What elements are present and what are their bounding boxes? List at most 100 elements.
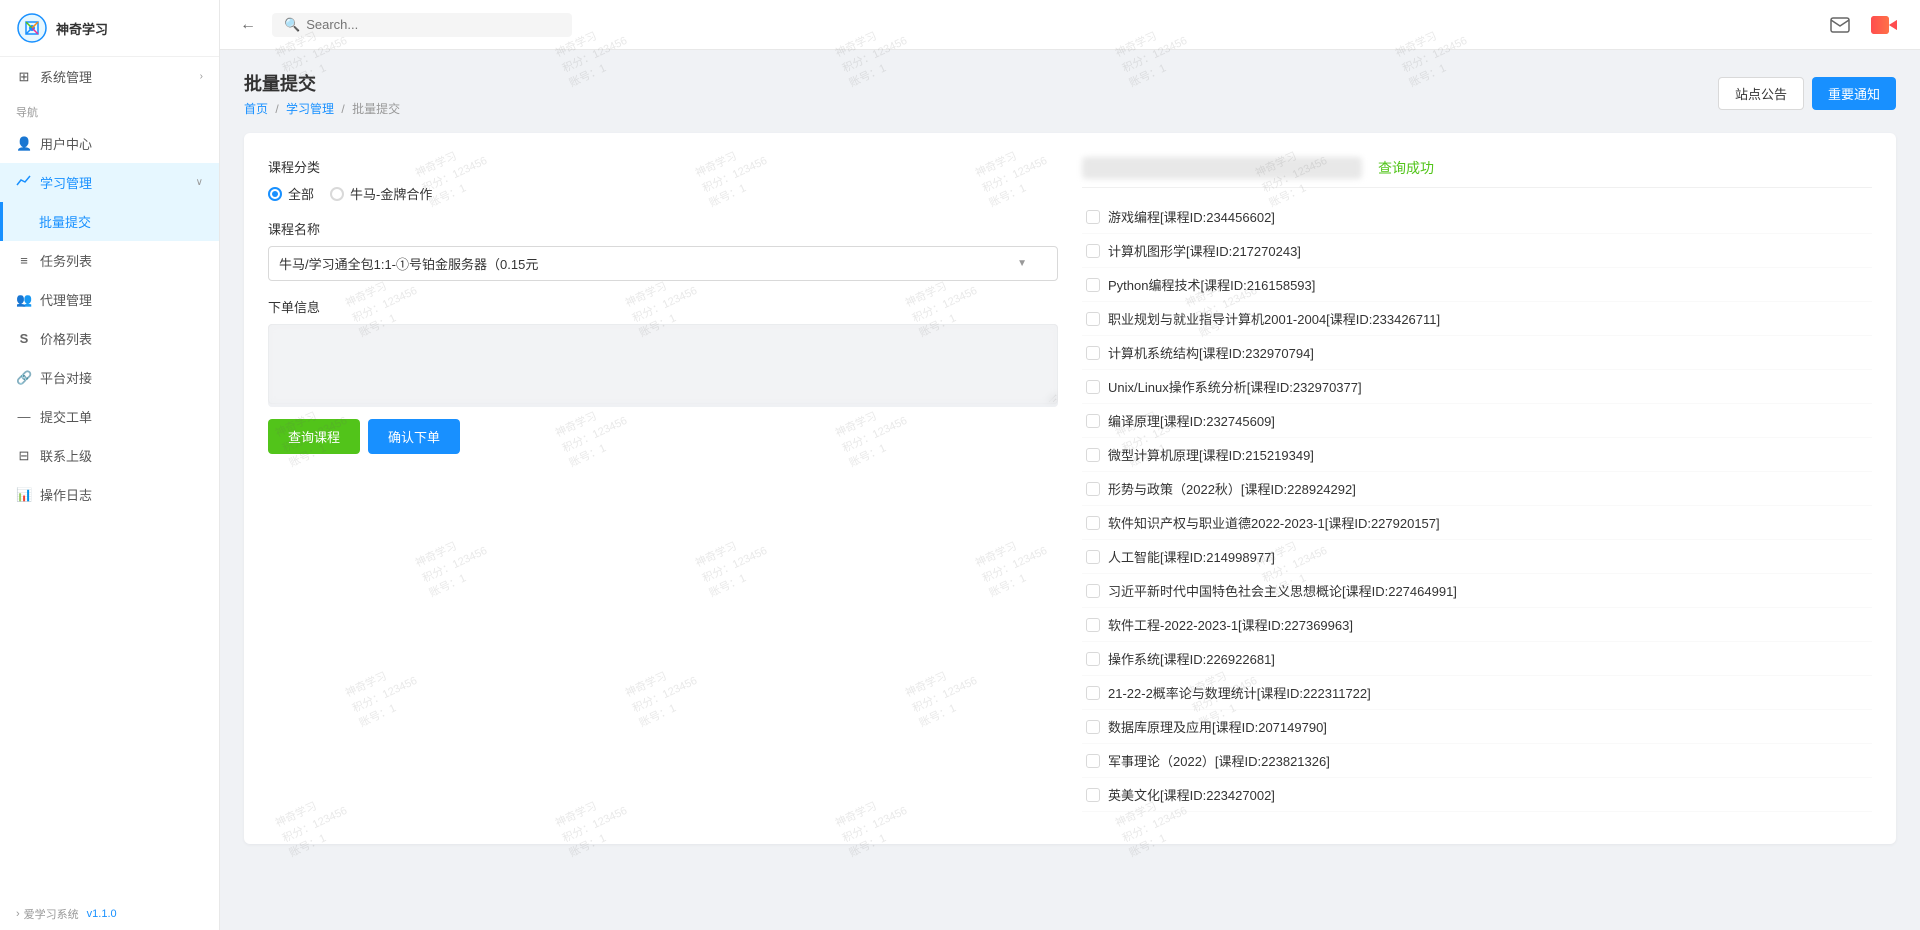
mail-icon[interactable]	[1824, 9, 1856, 41]
breadcrumb-home[interactable]: 首页	[244, 102, 268, 116]
course-list-item[interactable]: 英美文化[课程ID:223427002]	[1082, 778, 1872, 812]
sidebar-item-price-list[interactable]: S 价格列表	[0, 319, 219, 358]
course-list-item[interactable]: 数据库原理及应用[课程ID:207149790]	[1082, 710, 1872, 744]
course-list-item[interactable]: 人工智能[课程ID:214998977]	[1082, 540, 1872, 574]
course-name: 计算机图形学[课程ID:217270243]	[1108, 241, 1301, 260]
ticket-icon: —	[16, 409, 32, 424]
course-list-item[interactable]: 计算机组成原理[课程ID:223255942]	[1082, 812, 1872, 820]
sidebar-item-agent-mgmt[interactable]: 👥 代理管理	[0, 280, 219, 319]
sidebar-item-system-mgmt[interactable]: ⊞ 系统管理 ›	[0, 57, 219, 96]
course-select-value: 牛马/学习通全包1:1-①号铂金服务器（0.15元	[279, 254, 538, 273]
platform-icon: 🔗	[16, 370, 32, 386]
query-course-button[interactable]: 查询课程	[268, 419, 360, 454]
radio-all-dot	[268, 187, 282, 201]
course-list-item[interactable]: 计算机系统结构[课程ID:232970794]	[1082, 336, 1872, 370]
course-checkbox[interactable]	[1086, 720, 1100, 734]
course-checkbox[interactable]	[1086, 244, 1100, 258]
course-list-item[interactable]: 操作系统[课程ID:226922681]	[1082, 642, 1872, 676]
course-name: 计算机组成原理[课程ID:223255942]	[1108, 819, 1314, 820]
radio-niuma[interactable]: 牛马-金牌合作	[330, 184, 432, 203]
notice-button[interactable]: 站点公告	[1718, 77, 1804, 110]
course-name: 计算机系统结构[课程ID:232970794]	[1108, 343, 1314, 362]
search-input[interactable]	[306, 17, 506, 32]
sidebar-item-study-mgmt[interactable]: 学习管理 ∨	[0, 163, 219, 202]
sidebar-item-task-list[interactable]: ≡ 任务列表	[0, 241, 219, 280]
breadcrumb-study-mgmt[interactable]: 学习管理	[286, 102, 334, 116]
confirm-order-button[interactable]: 确认下单	[368, 419, 460, 454]
header-icons	[1824, 9, 1900, 41]
breadcrumb-current: 批量提交	[352, 102, 400, 116]
nav-label: 导航	[0, 96, 219, 124]
course-list: 游戏编程[课程ID:234456602] 计算机图形学[课程ID:2172702…	[1082, 200, 1872, 820]
search-bar[interactable]: 🔍	[272, 13, 572, 37]
contact-icon: ⊟	[16, 448, 32, 464]
course-name: 游戏编程[课程ID:234456602]	[1108, 207, 1275, 226]
course-name: 英美文化[课程ID:223427002]	[1108, 785, 1275, 804]
course-checkbox[interactable]	[1086, 380, 1100, 394]
course-list-item[interactable]: 军事理论（2022）[课程ID:223821326]	[1082, 744, 1872, 778]
grid-icon: ⊞	[16, 69, 32, 85]
course-checkbox[interactable]	[1086, 618, 1100, 632]
order-info-label: 下单信息	[268, 297, 1058, 316]
course-checkbox[interactable]	[1086, 346, 1100, 360]
course-checkbox[interactable]	[1086, 754, 1100, 768]
log-icon: 📊	[16, 487, 32, 503]
expand-arrow-icon: ∨	[196, 177, 203, 188]
course-checkbox[interactable]	[1086, 686, 1100, 700]
course-name: 职业规划与就业指导计算机2001-2004[课程ID:233426711]	[1108, 309, 1440, 328]
video-icon[interactable]	[1868, 9, 1900, 41]
course-checkbox[interactable]	[1086, 414, 1100, 428]
agent-icon: 👥	[16, 292, 32, 308]
course-checkbox[interactable]	[1086, 516, 1100, 530]
sidebar-logo: 神奇学习	[0, 0, 219, 57]
course-list-item[interactable]: 习近平新时代中国特色社会主义思想概论[课程ID:227464991]	[1082, 574, 1872, 608]
course-checkbox[interactable]	[1086, 210, 1100, 224]
course-list-item[interactable]: 编译原理[课程ID:232745609]	[1082, 404, 1872, 438]
course-checkbox[interactable]	[1086, 448, 1100, 462]
user-icon: 👤	[16, 136, 32, 152]
course-checkbox[interactable]	[1086, 550, 1100, 564]
course-name: 形势与政策（2022秋）[课程ID:228924292]	[1108, 479, 1356, 498]
important-button[interactable]: 重要通知	[1812, 77, 1896, 110]
course-list-item[interactable]: Unix/Linux操作系统分析[课程ID:232970377]	[1082, 370, 1872, 404]
page-title-section: 批量提交 首页 / 学习管理 / 批量提交	[244, 70, 400, 117]
sidebar-item-contact-superior[interactable]: ⊟ 联系上级	[0, 436, 219, 475]
course-list-item[interactable]: 21-22-2概率论与数理统计[课程ID:222311722]	[1082, 676, 1872, 710]
course-list-item[interactable]: 软件工程-2022-2023-1[课程ID:227369963]	[1082, 608, 1872, 642]
course-list-item[interactable]: 职业规划与就业指导计算机2001-2004[课程ID:233426711]	[1082, 302, 1872, 336]
expand-icon: ›	[16, 908, 20, 920]
logo-text: 神奇学习	[56, 19, 108, 38]
sidebar: 神奇学习 ⊞ 系统管理 › 导航 👤 用户中心 学习管理 ∨ 批量提交 ≡ 任务…	[0, 0, 220, 930]
course-checkbox[interactable]	[1086, 652, 1100, 666]
sidebar-item-submit-ticket[interactable]: — 提交工单	[0, 397, 219, 436]
course-checkbox[interactable]	[1086, 788, 1100, 802]
course-list-item[interactable]: Python编程技术[课程ID:216158593]	[1082, 268, 1872, 302]
course-name-select-wrapper: 牛马/学习通全包1:1-①号铂金服务器（0.15元 ▼	[268, 246, 1058, 281]
two-col-layout: 课程分类 全部 牛马-金牌合作 课程名称	[268, 157, 1872, 820]
form-section: 课程分类 全部 牛马-金牌合作 课程名称	[268, 157, 1058, 820]
course-name-label: 课程名称	[268, 219, 1058, 238]
back-button[interactable]: ←	[240, 16, 256, 34]
course-list-item[interactable]: 游戏编程[课程ID:234456602]	[1082, 200, 1872, 234]
content-area: 批量提交 首页 / 学习管理 / 批量提交 站点公告 重要通知	[220, 50, 1920, 930]
sidebar-item-batch-submit[interactable]: 批量提交	[0, 202, 219, 241]
course-list-item[interactable]: 软件知识产权与职业道德2022-2023-1[课程ID:227920157]	[1082, 506, 1872, 540]
page-header-buttons: 站点公告 重要通知	[1718, 77, 1896, 110]
course-list-item[interactable]: 计算机图形学[课程ID:217270243]	[1082, 234, 1872, 268]
course-checkbox[interactable]	[1086, 278, 1100, 292]
course-checkbox[interactable]	[1086, 312, 1100, 326]
sidebar-item-user-center[interactable]: 👤 用户中心	[0, 124, 219, 163]
course-list-item[interactable]: 形势与政策（2022秋）[课程ID:228924292]	[1082, 472, 1872, 506]
sidebar-version[interactable]: › 爱学习系统 v1.1.0	[0, 898, 219, 930]
breadcrumb: 首页 / 学习管理 / 批量提交	[244, 100, 400, 117]
radio-all[interactable]: 全部	[268, 184, 314, 203]
course-checkbox[interactable]	[1086, 584, 1100, 598]
course-name-select[interactable]: 牛马/学习通全包1:1-①号铂金服务器（0.15元 ▼	[268, 246, 1058, 281]
sidebar-item-platform-connect[interactable]: 🔗 平台对接	[0, 358, 219, 397]
sidebar-item-operation-log[interactable]: 📊 操作日志	[0, 475, 219, 514]
order-info-textarea[interactable]	[268, 324, 1058, 404]
chart-icon	[16, 173, 32, 192]
course-checkbox[interactable]	[1086, 482, 1100, 496]
search-icon: 🔍	[284, 17, 300, 33]
course-list-item[interactable]: 微型计算机原理[课程ID:215219349]	[1082, 438, 1872, 472]
